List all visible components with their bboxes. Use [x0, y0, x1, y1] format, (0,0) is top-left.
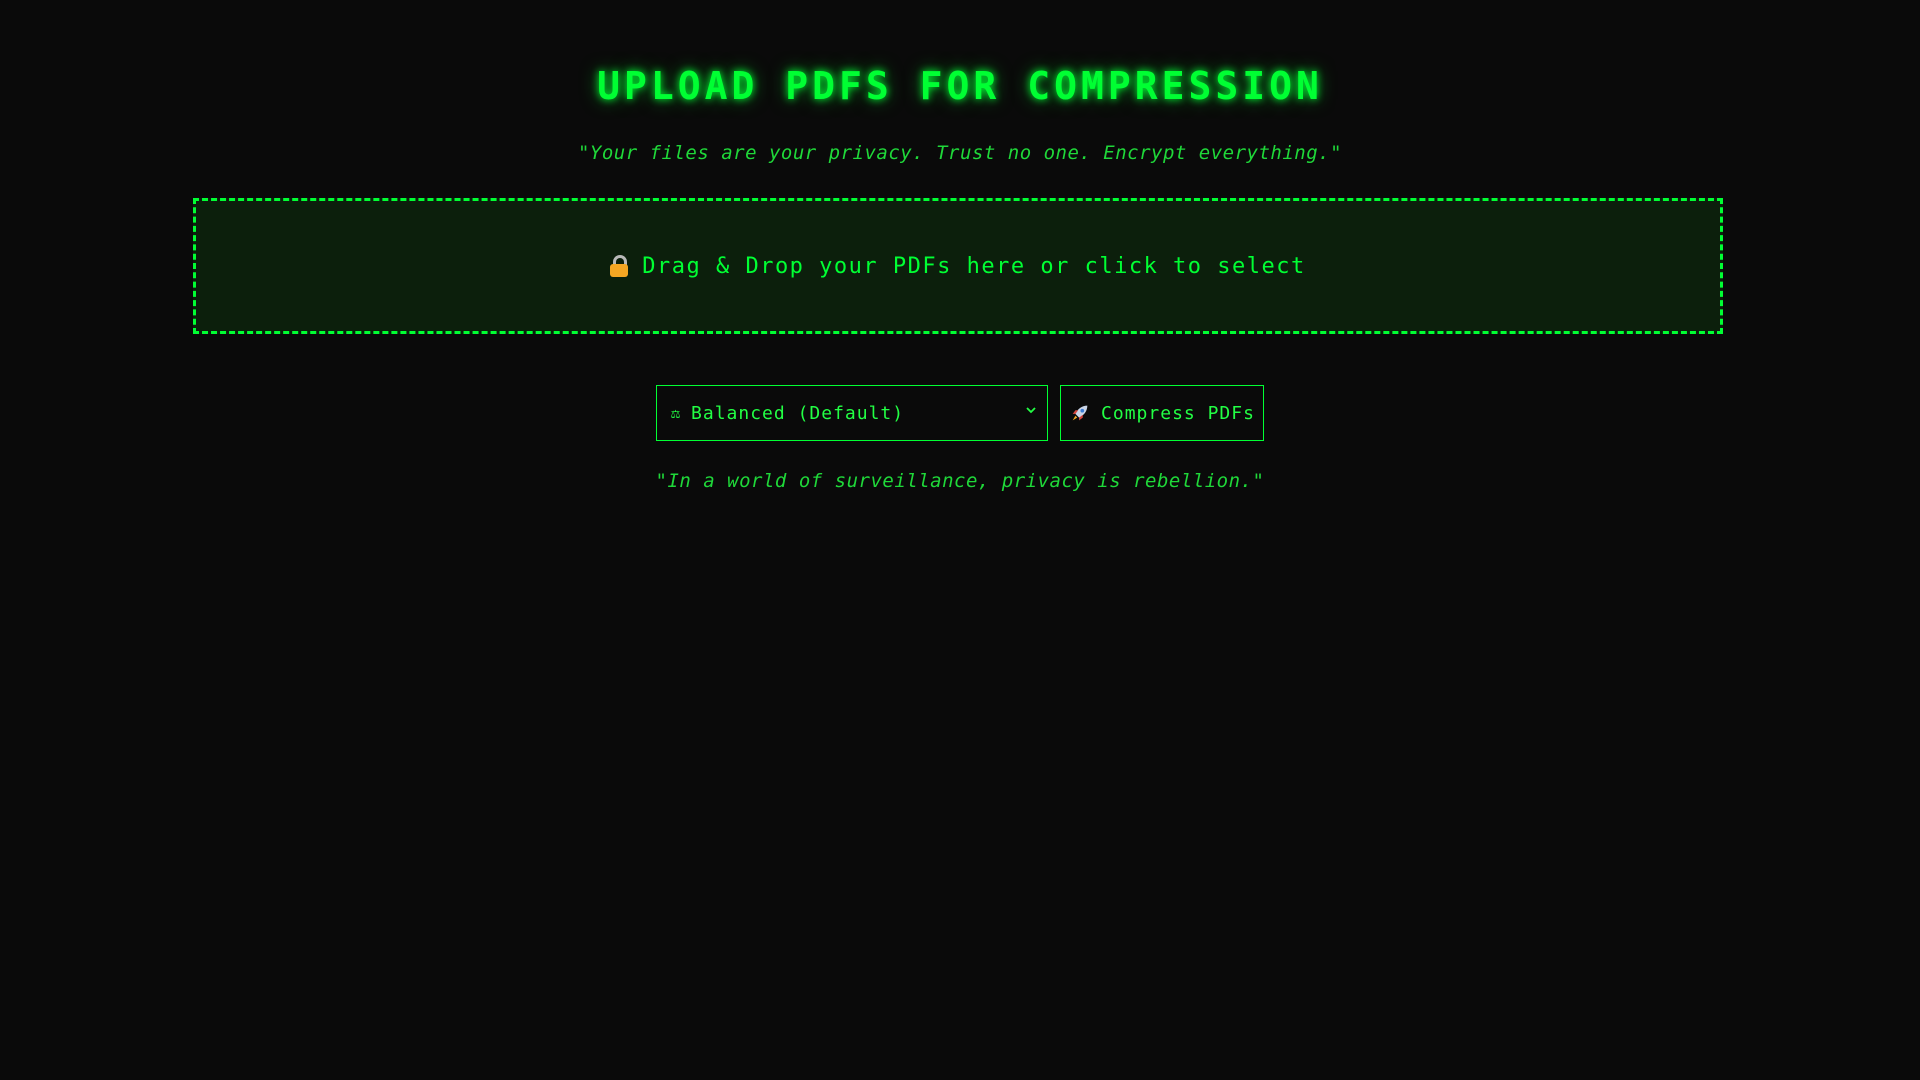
lock-icon [610, 255, 629, 277]
compression-level-select[interactable]: ⚖ Balanced (Default) [656, 385, 1048, 441]
dropzone-content: Drag & Drop your PDFs here or click to s… [610, 254, 1306, 279]
compress-button-label: Compress PDFs [1101, 402, 1255, 424]
chevron-down-icon [1026, 407, 1036, 414]
page-title: UPLOAD PDFS FOR COMPRESSION [597, 64, 1323, 108]
controls-row: ⚖ Balanced (Default) Compress PDFs [656, 385, 1264, 441]
privacy-quote-bottom: "In a world of surveillance, privacy is … [655, 470, 1265, 492]
pdf-dropzone[interactable]: Drag & Drop your PDFs here or click to s… [193, 198, 1723, 334]
rocket-icon [1072, 405, 1088, 421]
scale-icon: ⚖ [671, 404, 682, 422]
dropzone-label: Drag & Drop your PDFs here or click to s… [642, 253, 1306, 279]
page: UPLOAD PDFS FOR COMPRESSION "Your files … [0, 0, 1920, 1080]
compress-pdfs-button[interactable]: Compress PDFs [1060, 385, 1264, 441]
privacy-quote-top: "Your files are your privacy. Trust no o… [577, 142, 1343, 164]
compression-level-value: Balanced (Default) [691, 402, 905, 424]
